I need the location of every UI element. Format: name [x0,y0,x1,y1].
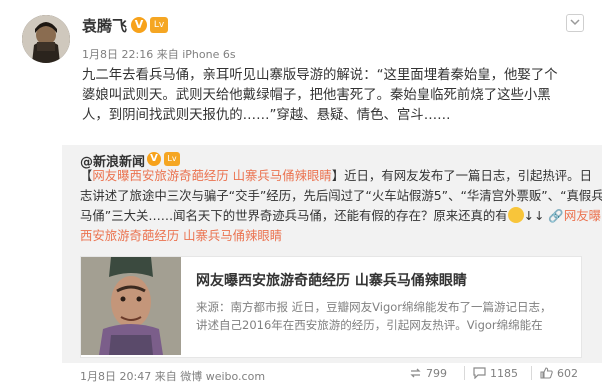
card-desc-line: 讲述自己2016年在西安旅游的经历，引起网友热评。Vigor绵绵能在 [196,318,543,332]
arrows: ↓↓ [523,208,545,223]
card-title[interactable]: 网友曝西安旅游奇葩经历 山寨兵马俑辣眼睛 [196,270,467,290]
repost-line3-text: 马俑”三大关……闻名天下的世界奇迹兵马俑，还能有假的存在？原来还真的有 [80,208,508,223]
divider [464,366,465,380]
repost-text: 【网友曝西安旅游奇葩经历 山寨兵马俑辣眼睛】近日，有网友发布了一篇日志，引起热评… [80,166,602,246]
post-author[interactable]: 袁腾飞 [82,15,127,36]
like-button[interactable]: 602 [540,367,578,380]
repost-line: 马俑”三大关……闻名天下的世界奇迹兵马俑，还能有假的存在？原来还真的有 ↓↓ 🔗网… [80,206,601,226]
verified-icon: V [147,152,161,166]
post-source: iPhone 6s [182,48,236,61]
post-line: 九二年去看兵马俑，亲耳听见山寨版导游的解说：“这里面埋着秦始皇，他娶了个 [82,68,558,83]
card-description: 来源：南方都市报 近日，豆瓣网友Vigor绵绵能发布了一篇游记日志， 讲述自己2… [196,298,571,334]
repost-source-prefix: 来自 [154,370,177,383]
verified-icon: V [131,17,147,33]
divider [531,366,532,380]
topic-link[interactable]: 网友曝西安旅游奇葩经历 山寨兵马俑辣眼睛 [92,168,331,183]
chevron-down-icon[interactable] [566,14,584,32]
bracket: 【 [80,168,93,183]
avatar[interactable] [22,15,70,63]
post-date[interactable]: 1月8日 22:16 [82,48,153,61]
smiley-icon [507,207,524,223]
article-link-cont[interactable]: 西安旅游奇葩经历 山寨兵马俑辣眼睛 [80,226,590,246]
post-line: 人，到阴间找武则天报仇的……”穿越、悬疑、情色、宫斗…… [82,108,451,123]
comment-icon [473,367,486,380]
card-thumbnail[interactable] [81,257,181,355]
repost-date[interactable]: 1月8日 20:47 [80,370,151,383]
card-desc-line: 来源：南方都市报 近日，豆瓣网友Vigor绵绵能发布了一篇游记日志， [196,300,552,314]
repost-meta: 1月8日 20:47 来自 微博 weibo.com [80,368,265,384]
repost-line: 【网友曝西安旅游奇葩经历 山寨兵马俑辣眼睛】近日，有网友发布了一篇日志，引起热评… [80,166,592,186]
level-icon: Lv [150,17,168,33]
post-text: 九二年去看兵马俑，亲耳听见山寨版导游的解说：“这里面埋着秦始皇，他娶了个 婆娘叫… [82,66,582,126]
repost-line: 志讲述了旅途中三次与骗子“交手”经历，先后闯过了“火车站假游5”、“华清宫外票贩… [80,188,602,203]
like-count: 602 [557,367,578,380]
repost-source: 微博 weibo.com [180,370,266,383]
repost-button[interactable]: 799 [409,367,447,380]
repost-icon [410,368,421,378]
comment-count: 1185 [490,367,518,380]
article-link[interactable]: 网友曝 [564,208,601,223]
post-line: 婆娘叫武则天。武则天给他戴绿帽子，把他害死了。秦始皇临死前烧了这些小黑 [82,88,551,103]
like-icon [540,367,553,379]
post-meta: 1月8日 22:16 来自 iPhone 6s [82,46,236,62]
comment-button[interactable]: 1185 [473,367,518,380]
repost-count: 799 [426,367,447,380]
post-source-prefix: 来自 [156,48,179,61]
level-icon: Lv [164,152,180,166]
repost-line1-rest: 】近日，有网友发布了一篇日志，引起热评。日 [331,168,592,183]
link-icon[interactable]: 🔗 [548,208,563,223]
